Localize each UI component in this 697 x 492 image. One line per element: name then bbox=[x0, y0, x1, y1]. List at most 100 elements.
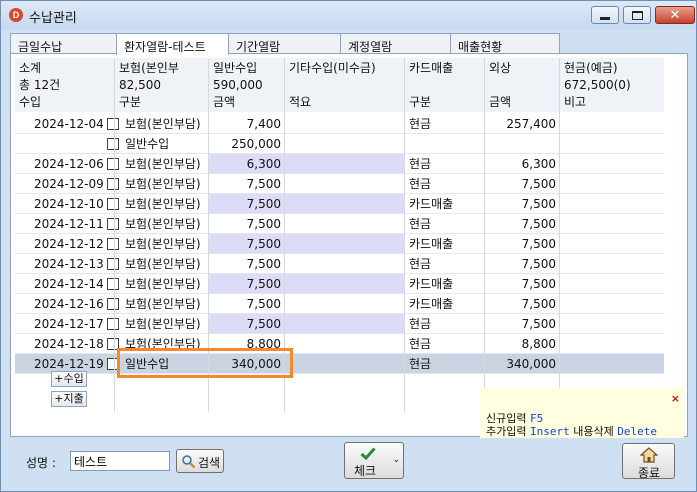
memo-cell bbox=[285, 294, 405, 314]
maximize-button[interactable] bbox=[623, 6, 651, 24]
pay-type-cell: 현금 bbox=[409, 157, 432, 171]
subheader-cell: 구분 bbox=[119, 95, 142, 109]
row-checkbox[interactable] bbox=[107, 118, 119, 130]
pay-type-cell: 현금 bbox=[409, 177, 432, 191]
column-divider bbox=[559, 58, 560, 412]
amount-cell: 7,500 bbox=[246, 217, 281, 231]
table-row[interactable]: 일반수입 250,000 bbox=[15, 134, 664, 154]
table-row[interactable]: 2024-12-11 보험(본인부담) 7,500 현금 7,500 bbox=[15, 214, 664, 234]
row-checkbox[interactable] bbox=[107, 198, 119, 210]
bottom-bar: 성명 : 검색 체크 ⌄ 종료 bbox=[10, 439, 688, 489]
pay-type-cell: 현금 bbox=[409, 337, 432, 351]
type-cell: 보험(본인부담) bbox=[125, 297, 201, 311]
minimize-icon bbox=[600, 16, 610, 20]
table-row[interactable]: 2024-12-16 보험(본인부담) 7,500 카드매출 7,500 bbox=[15, 294, 664, 314]
row-checkbox[interactable] bbox=[107, 138, 119, 150]
name-input[interactable] bbox=[70, 451, 170, 471]
pay-type-cell bbox=[405, 134, 485, 154]
note-cell bbox=[560, 234, 664, 254]
close-form-button[interactable]: 종료 bbox=[622, 443, 675, 480]
tab-account-view[interactable]: 계정열람 bbox=[340, 33, 451, 54]
date-cell: 2024-12-12 bbox=[34, 237, 104, 251]
row-checkbox[interactable] bbox=[107, 278, 119, 290]
close-form-label: 종료 bbox=[638, 466, 661, 480]
minimize-button[interactable] bbox=[591, 6, 619, 24]
row-checkbox[interactable] bbox=[107, 318, 119, 330]
tip-add-key: Insert bbox=[529, 425, 570, 438]
home-icon bbox=[640, 447, 658, 463]
pay-type-cell: 현금 bbox=[409, 357, 432, 371]
pay-amount-cell: 7,500 bbox=[521, 277, 556, 291]
note-cell bbox=[560, 274, 664, 294]
column-divider bbox=[484, 58, 485, 412]
memo-cell bbox=[285, 354, 405, 374]
type-cell: 보험(본인부담) bbox=[125, 197, 201, 211]
row-checkbox[interactable] bbox=[107, 258, 119, 270]
memo-cell bbox=[285, 194, 405, 214]
row-checkbox[interactable] bbox=[107, 298, 119, 310]
row-divider bbox=[15, 373, 664, 374]
tab-bar: 금일수납 환자열람-테스트 기간열람 계정열람 매출현황 bbox=[10, 33, 560, 55]
table-row[interactable]: 2024-12-13 보험(본인부담) 7,500 현금 7,500 bbox=[15, 254, 664, 274]
row-checkbox[interactable] bbox=[107, 218, 119, 230]
row-checkbox[interactable] bbox=[107, 158, 119, 170]
pay-type-cell: 현금 bbox=[409, 117, 432, 131]
pay-type-cell: 카드매출 bbox=[409, 297, 454, 311]
close-icon: ✕ bbox=[669, 7, 681, 23]
close-button[interactable]: ✕ bbox=[655, 6, 695, 24]
table-row[interactable]: 2024-12-18 보험(본인부담) 8,800 현금 8,800 bbox=[15, 334, 664, 354]
amount-cell: 7,500 bbox=[246, 257, 281, 271]
table-row[interactable]: 2024-12-09 보험(본인부담) 7,500 현금 7,500 bbox=[15, 174, 664, 194]
window-title: 수납관리 bbox=[29, 11, 77, 26]
table-row[interactable]: 2024-12-04 보험(본인부담) 7,400 현금 257,400 bbox=[15, 114, 664, 134]
add-expense-button[interactable]: +지출 bbox=[51, 391, 87, 407]
amount-cell: 7,500 bbox=[246, 277, 281, 291]
pay-amount-cell: 7,500 bbox=[521, 297, 556, 311]
table-row[interactable]: 2024-12-10 보험(본인부담) 7,500 카드매출 7,500 bbox=[15, 194, 664, 214]
tip-delete-key: Delete bbox=[617, 425, 657, 438]
pay-amount-cell: 7,500 bbox=[521, 217, 556, 231]
search-button[interactable]: 검색 bbox=[176, 449, 224, 473]
note-cell bbox=[560, 174, 664, 194]
tab-patient-view[interactable]: 환자열람-테스트 bbox=[116, 33, 229, 55]
check-button[interactable]: 체크 ⌄ bbox=[344, 442, 404, 479]
amount-cell: 250,000 bbox=[231, 137, 281, 151]
date-cell bbox=[30, 134, 115, 154]
memo-cell bbox=[285, 214, 405, 234]
tooltip-close-icon[interactable]: × bbox=[671, 392, 680, 405]
note-cell bbox=[560, 114, 664, 134]
row-checkbox[interactable] bbox=[107, 238, 119, 250]
check-button-label: 체크 bbox=[354, 464, 377, 478]
table-row[interactable]: 2024-12-06 보험(본인부담) 6,300 현금 6,300 bbox=[15, 154, 664, 174]
pay-type-cell: 카드매출 bbox=[409, 237, 454, 251]
subheader-cell: 비고 bbox=[564, 95, 587, 109]
date-cell: 2024-12-17 bbox=[34, 317, 104, 331]
maximize-icon bbox=[631, 10, 643, 20]
table-row[interactable]: 2024-12-12 보험(본인부담) 7,500 카드매출 7,500 bbox=[15, 234, 664, 254]
date-cell: 2024-12-13 bbox=[34, 257, 104, 271]
type-cell: 보험(본인부담) bbox=[125, 157, 201, 171]
row-checkbox[interactable] bbox=[107, 178, 119, 190]
type-cell: 보험(본인부담) bbox=[125, 277, 201, 291]
tab-today-payment[interactable]: 금일수납 bbox=[10, 33, 117, 54]
type-cell: 보험(본인부담) bbox=[125, 317, 201, 331]
tip-line-add: 추가입력 Insert 내용삭제 Delete bbox=[486, 423, 657, 439]
subheader-cell: 적요 bbox=[289, 95, 312, 109]
note-cell bbox=[560, 334, 664, 354]
subheader-cell: 금액 bbox=[213, 95, 236, 109]
tab-sales-status[interactable]: 매출현황 bbox=[450, 33, 560, 54]
table-row[interactable]: 2024-12-19 일반수입 340,000 현금 340,000 bbox=[15, 354, 664, 374]
table-row[interactable]: 2024-12-14 보험(본인부담) 7,500 카드매출 7,500 bbox=[15, 274, 664, 294]
type-cell: 보험(본인부담) bbox=[125, 117, 201, 131]
date-cell: 2024-12-16 bbox=[34, 297, 104, 311]
memo-cell bbox=[285, 334, 405, 354]
chevron-down-icon[interactable]: ⌄ bbox=[392, 455, 400, 465]
date-cell: 2024-12-06 bbox=[34, 157, 104, 171]
table-row[interactable]: 2024-12-17 보험(본인부담) 7,500 현금 7,500 bbox=[15, 314, 664, 334]
tab-period-view[interactable]: 기간열람 bbox=[228, 33, 341, 54]
memo-cell bbox=[285, 314, 405, 334]
note-cell bbox=[560, 254, 664, 274]
type-cell: 보험(본인부담) bbox=[125, 177, 201, 191]
add-income-button[interactable]: +수입 bbox=[51, 371, 87, 387]
note-cell bbox=[560, 214, 664, 234]
